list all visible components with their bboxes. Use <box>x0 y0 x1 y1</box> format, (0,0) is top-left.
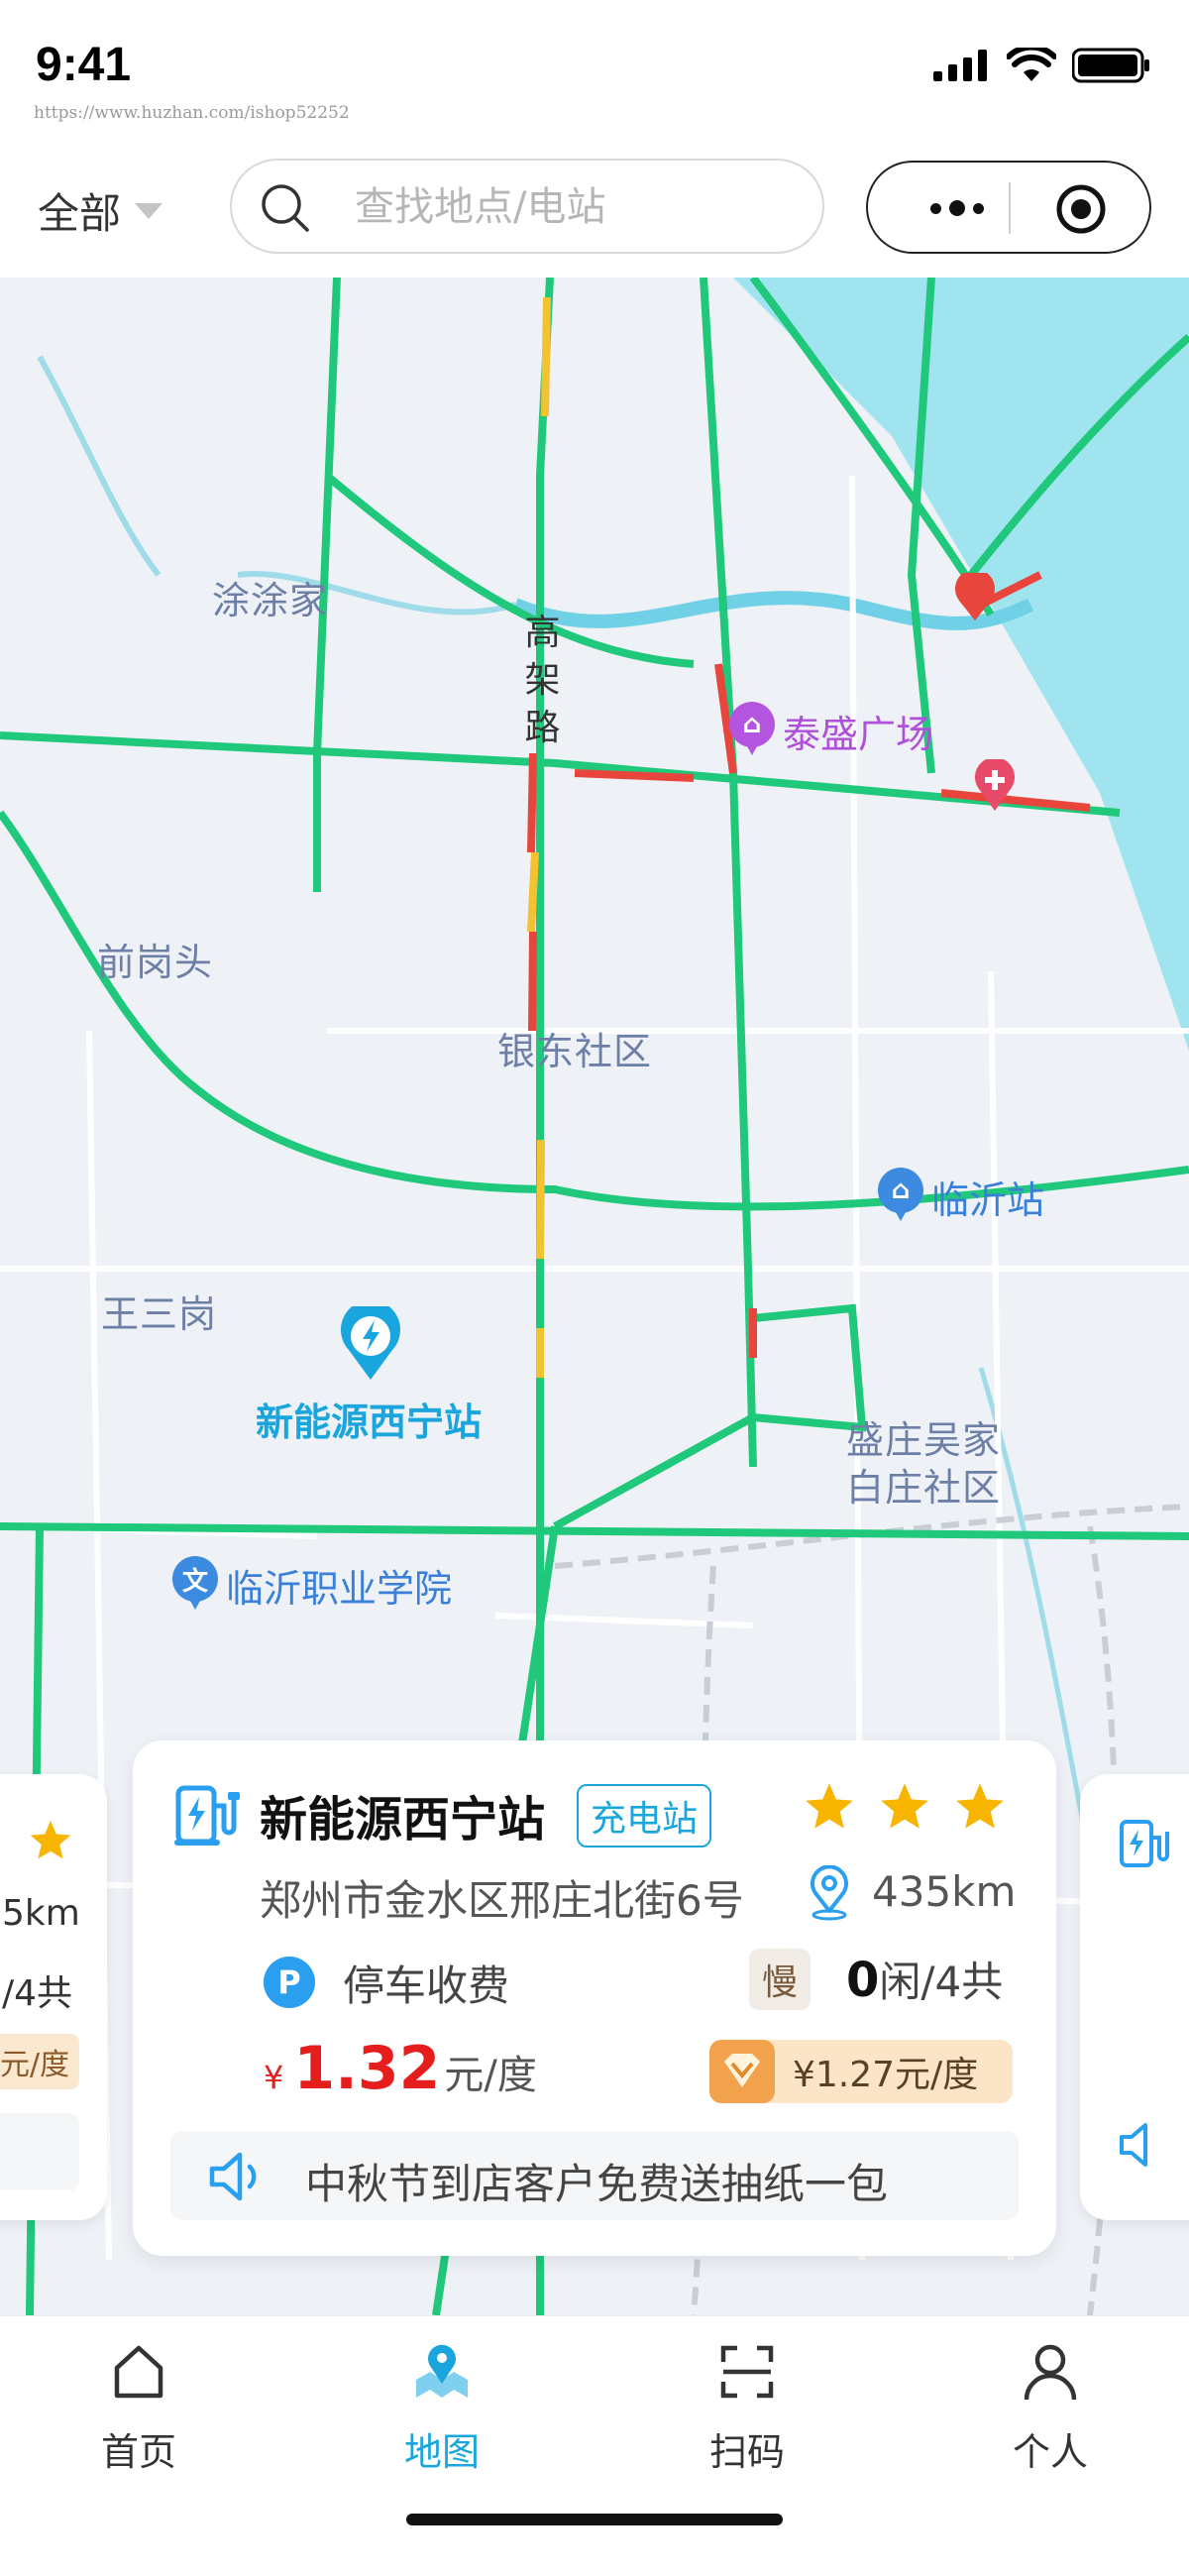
station-card[interactable]: 新能源西宁站 充电站 郑州市金水区邢庄北街6号 435km P 停车收费 慢 0… <box>133 1740 1056 2256</box>
nav-item-profile[interactable]: 个人 <box>951 2336 1149 2476</box>
bottom-nav: 首页 地图 扫码 个人 <box>0 2315 1189 2576</box>
road-label-vertical: 高架路 <box>524 613 562 748</box>
station-address: 郑州市金水区邢庄北街6号 <box>260 1876 744 1925</box>
search-icon <box>262 184 309 232</box>
more-dots-icon[interactable] <box>908 184 1007 232</box>
place-label: 盛庄吴家 <box>846 1418 1002 1462</box>
target-circle-icon[interactable] <box>1054 182 1108 236</box>
selected-station-label[interactable]: 新能源西宁站 <box>256 1392 482 1446</box>
poi-college[interactable]: 文 临沂职业学院 <box>170 1556 452 1614</box>
station-distance: 435km <box>872 1867 1017 1916</box>
station-name: 新能源西宁站 <box>260 1792 546 1848</box>
parking-icon: P <box>264 1957 315 2008</box>
nav-label: 地图 <box>403 2430 480 2474</box>
poi-label: 临沂职业学院 <box>226 1566 453 1611</box>
status-bar: 9:41 https://www.huzhan.com/ishop52252 <box>0 0 1189 149</box>
watermark-text: https://www.huzhan.com/ishop52252 <box>34 103 350 123</box>
station-type-badge: 充电站 <box>577 1784 712 1848</box>
notice-text: 中秋节到店客户免费送抽纸一包 <box>305 2160 889 2208</box>
nav-item-map[interactable]: 地图 <box>343 2336 541 2476</box>
status-icons <box>933 48 1151 83</box>
search-input[interactable] <box>353 178 793 236</box>
price-value: 1.32 <box>293 2034 441 2103</box>
hospital-pin-icon <box>975 759 1015 811</box>
place-label: 前岗头 <box>97 941 214 984</box>
status-time: 9:41 <box>36 39 132 91</box>
mini-program-capsule <box>866 161 1151 254</box>
station-card-prev[interactable]: 5km /4共 元/度 <box>0 1774 107 2220</box>
prev-price: 元/度 <box>0 2034 80 2089</box>
speaker-icon <box>209 2152 257 2201</box>
currency-symbol: ¥ <box>264 2059 284 2096</box>
signal-icon <box>933 50 987 81</box>
price-unit: 元/度 <box>444 2053 537 2098</box>
member-price-badge: ¥1.27元/度 <box>709 2040 1013 2103</box>
poi-label: 泰盛广场 <box>783 712 934 756</box>
battery-icon <box>1072 48 1149 83</box>
star-icon <box>956 1783 1004 1829</box>
rating-stars <box>803 1780 1007 1834</box>
poi-shopping[interactable]: ⌂ 泰盛广场 <box>727 702 933 759</box>
scan-icon <box>720 2345 774 2399</box>
nav-item-scan[interactable]: 扫码 <box>648 2336 846 2476</box>
star-icon <box>881 1783 928 1829</box>
place-label: 涂涂家 <box>212 579 329 622</box>
prev-availability: /4共 <box>2 1973 73 2014</box>
poi-label: 临沂站 <box>931 1177 1045 1222</box>
available-count: 0 <box>846 1953 880 2008</box>
star-icon <box>806 1783 853 1829</box>
charging-station-marker-icon[interactable] <box>339 1306 402 1382</box>
availability-suffix: 闲/4共 <box>879 1958 1004 2006</box>
nav-label: 首页 <box>100 2430 176 2474</box>
capsule-divider <box>1009 182 1011 234</box>
filter-label: 全部 <box>38 189 122 238</box>
charger-icon <box>174 1785 240 1846</box>
charger-availability: 0闲/4共 <box>846 1949 1003 2009</box>
nav-label: 扫码 <box>708 2430 785 2474</box>
promo-notice[interactable]: 中秋节到店客户免费送抽纸一包 <box>170 2131 1019 2220</box>
nav-label: 个人 <box>1012 2430 1088 2474</box>
prev-notice-bar <box>0 2113 79 2190</box>
highway-exit-icon <box>955 573 995 620</box>
home-indicator <box>406 2514 783 2525</box>
place-label: 白庄社区 <box>846 1466 1002 1510</box>
nav-item-home[interactable]: 首页 <box>40 2336 238 2476</box>
map-pin-icon <box>416 2344 468 2398</box>
train-pin-icon: ⌂ <box>876 1168 925 1225</box>
caret-down-icon <box>135 202 163 219</box>
wifi-icon <box>1007 48 1056 81</box>
shopping-pin-icon: ⌂ <box>727 702 777 759</box>
filter-dropdown[interactable]: 全部 <box>38 180 163 241</box>
parking-fee-text: 停车收费 <box>343 1961 510 2010</box>
top-bar: 全部 <box>0 149 1189 278</box>
search-box[interactable] <box>230 159 824 254</box>
station-card-next[interactable] <box>1080 1774 1189 2220</box>
prev-distance: 5km <box>2 1893 80 1934</box>
place-label: 银东社区 <box>497 1030 653 1073</box>
member-price: ¥1.27元/度 <box>793 2055 979 2095</box>
speaker-icon <box>1120 2123 1147 2167</box>
school-pin-icon: 文 <box>170 1556 220 1614</box>
home-icon <box>114 2345 163 2399</box>
star-icon <box>30 1820 71 1859</box>
price: ¥ 1.32 元/度 <box>264 2034 537 2103</box>
slow-charge-badge: 慢 <box>749 1949 811 2010</box>
charger-icon <box>1120 1820 1169 1867</box>
diamond-icon <box>709 2040 775 2103</box>
place-label: 王三岗 <box>101 1292 218 1336</box>
location-pin-icon <box>811 1865 848 1921</box>
person-icon <box>1024 2344 1077 2401</box>
poi-railway-station[interactable]: ⌂ 临沂站 <box>876 1168 1044 1225</box>
